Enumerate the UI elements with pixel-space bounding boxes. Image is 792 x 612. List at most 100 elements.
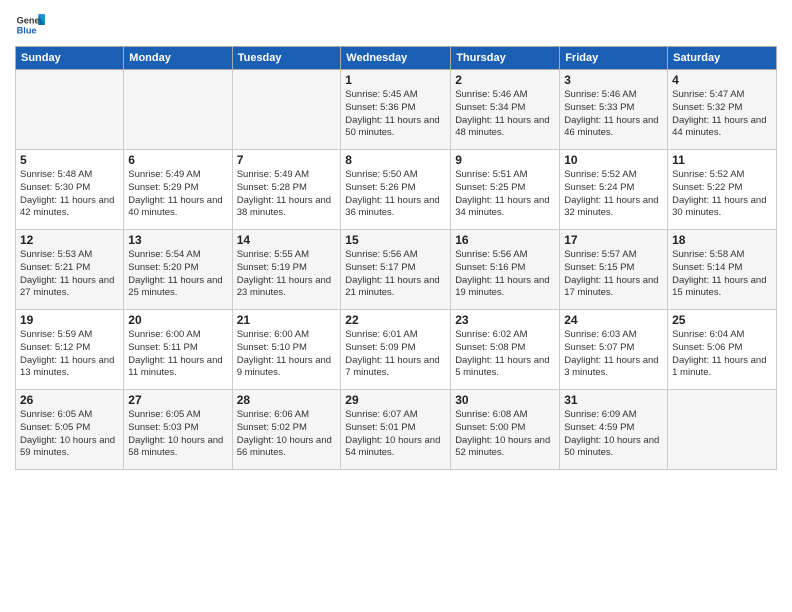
day-cell: 29 Sunrise: 6:07 AMSunset: 5:01 PMDayligh… <box>341 390 451 470</box>
day-info: Sunrise: 5:48 AMSunset: 5:30 PMDaylight:… <box>20 169 119 220</box>
day-info: Sunrise: 5:50 AMSunset: 5:26 PMDaylight:… <box>345 169 446 220</box>
day-cell: 28 Sunrise: 6:06 AMSunset: 5:02 PMDayligh… <box>232 390 341 470</box>
weekday-sunday: Sunday <box>16 47 124 70</box>
week-row-4: 19Sunrise: 5:59 AMSunset: 5:12 PMDayligh… <box>16 310 777 390</box>
day-number: 22 <box>345 313 446 327</box>
day-cell: 8 Sunrise: 5:50 AMSunset: 5:26 PMDaylight… <box>341 150 451 230</box>
day-cell <box>668 390 777 470</box>
day-number: 10 <box>564 153 663 167</box>
weekday-wednesday: Wednesday <box>341 47 451 70</box>
day-number: 20 <box>128 313 227 327</box>
day-cell <box>16 70 124 150</box>
day-number: 15 <box>345 233 446 247</box>
logo: General Blue <box>15 10 47 40</box>
day-info: Sunrise: 5:56 AMSunset: 5:17 PMDaylight:… <box>345 249 446 300</box>
week-row-1: 1Sunrise: 5:45 AMSunset: 5:36 PMDaylight… <box>16 70 777 150</box>
day-number: 21 <box>237 313 337 327</box>
day-info: Sunrise: 6:05 AMSunset: 5:05 PMDaylight:… <box>20 409 119 460</box>
day-cell: 14Sunrise: 5:55 AMSunset: 5:19 PMDayligh… <box>232 230 341 310</box>
weekday-header-row: SundayMondayTuesdayWednesdayThursdayFrid… <box>16 47 777 70</box>
day-cell: 2Sunrise: 5:46 AMSunset: 5:34 PMDaylight… <box>451 70 560 150</box>
day-cell: 23 Sunrise: 6:02 AMSunset: 5:08 PMDayligh… <box>451 310 560 390</box>
day-info: Sunrise: 5:57 AMSunset: 5:15 PMDaylight:… <box>564 249 663 300</box>
day-cell: 11 Sunrise: 5:52 AMSunset: 5:22 PMDayligh… <box>668 150 777 230</box>
day-number: 29 <box>345 393 446 407</box>
day-info: Sunrise: 6:02 AMSunset: 5:08 PMDaylight:… <box>455 329 555 380</box>
day-number: 1 <box>345 73 446 87</box>
day-info: Sunrise: 6:08 AMSunset: 5:00 PMDaylight:… <box>455 409 555 460</box>
day-cell: 31Sunrise: 6:09 AMSunset: 4:59 PMDayligh… <box>560 390 668 470</box>
day-cell: 15 Sunrise: 5:56 AMSunset: 5:17 PMDayligh… <box>341 230 451 310</box>
day-cell: 3Sunrise: 5:46 AMSunset: 5:33 PMDaylight… <box>560 70 668 150</box>
day-cell: 25 Sunrise: 6:04 AMSunset: 5:06 PMDayligh… <box>668 310 777 390</box>
day-info: Sunrise: 5:54 AMSunset: 5:20 PMDaylight:… <box>128 249 227 300</box>
day-number: 9 <box>455 153 555 167</box>
day-number: 12 <box>20 233 119 247</box>
day-info: Sunrise: 6:00 AMSunset: 5:11 PMDaylight:… <box>128 329 227 380</box>
day-cell: 27Sunrise: 6:05 AMSunset: 5:03 PMDayligh… <box>124 390 232 470</box>
day-cell: 19Sunrise: 5:59 AMSunset: 5:12 PMDayligh… <box>16 310 124 390</box>
day-cell: 7 Sunrise: 5:49 AMSunset: 5:28 PMDaylight… <box>232 150 341 230</box>
day-info: Sunrise: 6:03 AMSunset: 5:07 PMDaylight:… <box>564 329 663 380</box>
day-number: 19 <box>20 313 119 327</box>
day-number: 7 <box>237 153 337 167</box>
day-number: 8 <box>345 153 446 167</box>
day-number: 6 <box>128 153 227 167</box>
week-row-2: 5 Sunrise: 5:48 AMSunset: 5:30 PMDaylight… <box>16 150 777 230</box>
day-number: 28 <box>237 393 337 407</box>
day-cell: 5 Sunrise: 5:48 AMSunset: 5:30 PMDaylight… <box>16 150 124 230</box>
day-cell: 13 Sunrise: 5:54 AMSunset: 5:20 PMDayligh… <box>124 230 232 310</box>
weekday-tuesday: Tuesday <box>232 47 341 70</box>
day-number: 5 <box>20 153 119 167</box>
day-info: Sunrise: 5:51 AMSunset: 5:25 PMDaylight:… <box>455 169 555 220</box>
day-info: Sunrise: 6:06 AMSunset: 5:02 PMDaylight:… <box>237 409 337 460</box>
day-info: Sunrise: 6:00 AMSunset: 5:10 PMDaylight:… <box>237 329 337 380</box>
day-cell: 20 Sunrise: 6:00 AMSunset: 5:11 PMDayligh… <box>124 310 232 390</box>
weekday-monday: Monday <box>124 47 232 70</box>
calendar-container: General Blue SundayMondayTuesdayWednesda… <box>0 0 792 478</box>
week-row-3: 12 Sunrise: 5:53 AMSunset: 5:21 PMDayligh… <box>16 230 777 310</box>
day-number: 25 <box>672 313 772 327</box>
day-number: 17 <box>564 233 663 247</box>
day-number: 11 <box>672 153 772 167</box>
weekday-saturday: Saturday <box>668 47 777 70</box>
day-number: 26 <box>20 393 119 407</box>
day-cell: 12 Sunrise: 5:53 AMSunset: 5:21 PMDayligh… <box>16 230 124 310</box>
day-cell: 21 Sunrise: 6:00 AMSunset: 5:10 PMDayligh… <box>232 310 341 390</box>
day-cell: 24 Sunrise: 6:03 AMSunset: 5:07 PMDayligh… <box>560 310 668 390</box>
day-number: 23 <box>455 313 555 327</box>
day-cell <box>232 70 341 150</box>
day-number: 31 <box>564 393 663 407</box>
day-cell: 9 Sunrise: 5:51 AMSunset: 5:25 PMDaylight… <box>451 150 560 230</box>
logo-icon: General Blue <box>15 10 45 40</box>
day-info: Sunrise: 6:04 AMSunset: 5:06 PMDaylight:… <box>672 329 772 380</box>
day-cell: 4Sunrise: 5:47 AMSunset: 5:32 PMDaylight… <box>668 70 777 150</box>
header: General Blue <box>15 10 777 40</box>
day-cell: 26 Sunrise: 6:05 AMSunset: 5:05 PMDayligh… <box>16 390 124 470</box>
day-info: Sunrise: 5:52 AMSunset: 5:22 PMDaylight:… <box>672 169 772 220</box>
day-cell: 10 Sunrise: 5:52 AMSunset: 5:24 PMDayligh… <box>560 150 668 230</box>
day-number: 30 <box>455 393 555 407</box>
day-number: 13 <box>128 233 227 247</box>
day-number: 24 <box>564 313 663 327</box>
day-info: Sunrise: 5:46 AMSunset: 5:34 PMDaylight:… <box>455 89 555 140</box>
day-cell: 18Sunrise: 5:58 AMSunset: 5:14 PMDayligh… <box>668 230 777 310</box>
day-info: Sunrise: 6:07 AMSunset: 5:01 PMDaylight:… <box>345 409 446 460</box>
day-info: Sunrise: 5:46 AMSunset: 5:33 PMDaylight:… <box>564 89 663 140</box>
weekday-friday: Friday <box>560 47 668 70</box>
day-info: Sunrise: 5:49 AMSunset: 5:29 PMDaylight:… <box>128 169 227 220</box>
day-info: Sunrise: 5:55 AMSunset: 5:19 PMDaylight:… <box>237 249 337 300</box>
day-cell: 30 Sunrise: 6:08 AMSunset: 5:00 PMDayligh… <box>451 390 560 470</box>
day-info: Sunrise: 5:52 AMSunset: 5:24 PMDaylight:… <box>564 169 663 220</box>
weekday-thursday: Thursday <box>451 47 560 70</box>
week-row-5: 26 Sunrise: 6:05 AMSunset: 5:05 PMDayligh… <box>16 390 777 470</box>
day-cell: 6 Sunrise: 5:49 AMSunset: 5:29 PMDaylight… <box>124 150 232 230</box>
day-info: Sunrise: 5:53 AMSunset: 5:21 PMDaylight:… <box>20 249 119 300</box>
day-info: Sunrise: 5:56 AMSunset: 5:16 PMDaylight:… <box>455 249 555 300</box>
day-cell: 1Sunrise: 5:45 AMSunset: 5:36 PMDaylight… <box>341 70 451 150</box>
day-info: Sunrise: 5:49 AMSunset: 5:28 PMDaylight:… <box>237 169 337 220</box>
day-info: Sunrise: 5:58 AMSunset: 5:14 PMDaylight:… <box>672 249 772 300</box>
day-cell <box>124 70 232 150</box>
day-cell: 17 Sunrise: 5:57 AMSunset: 5:15 PMDayligh… <box>560 230 668 310</box>
day-info: Sunrise: 6:05 AMSunset: 5:03 PMDaylight:… <box>128 409 227 460</box>
